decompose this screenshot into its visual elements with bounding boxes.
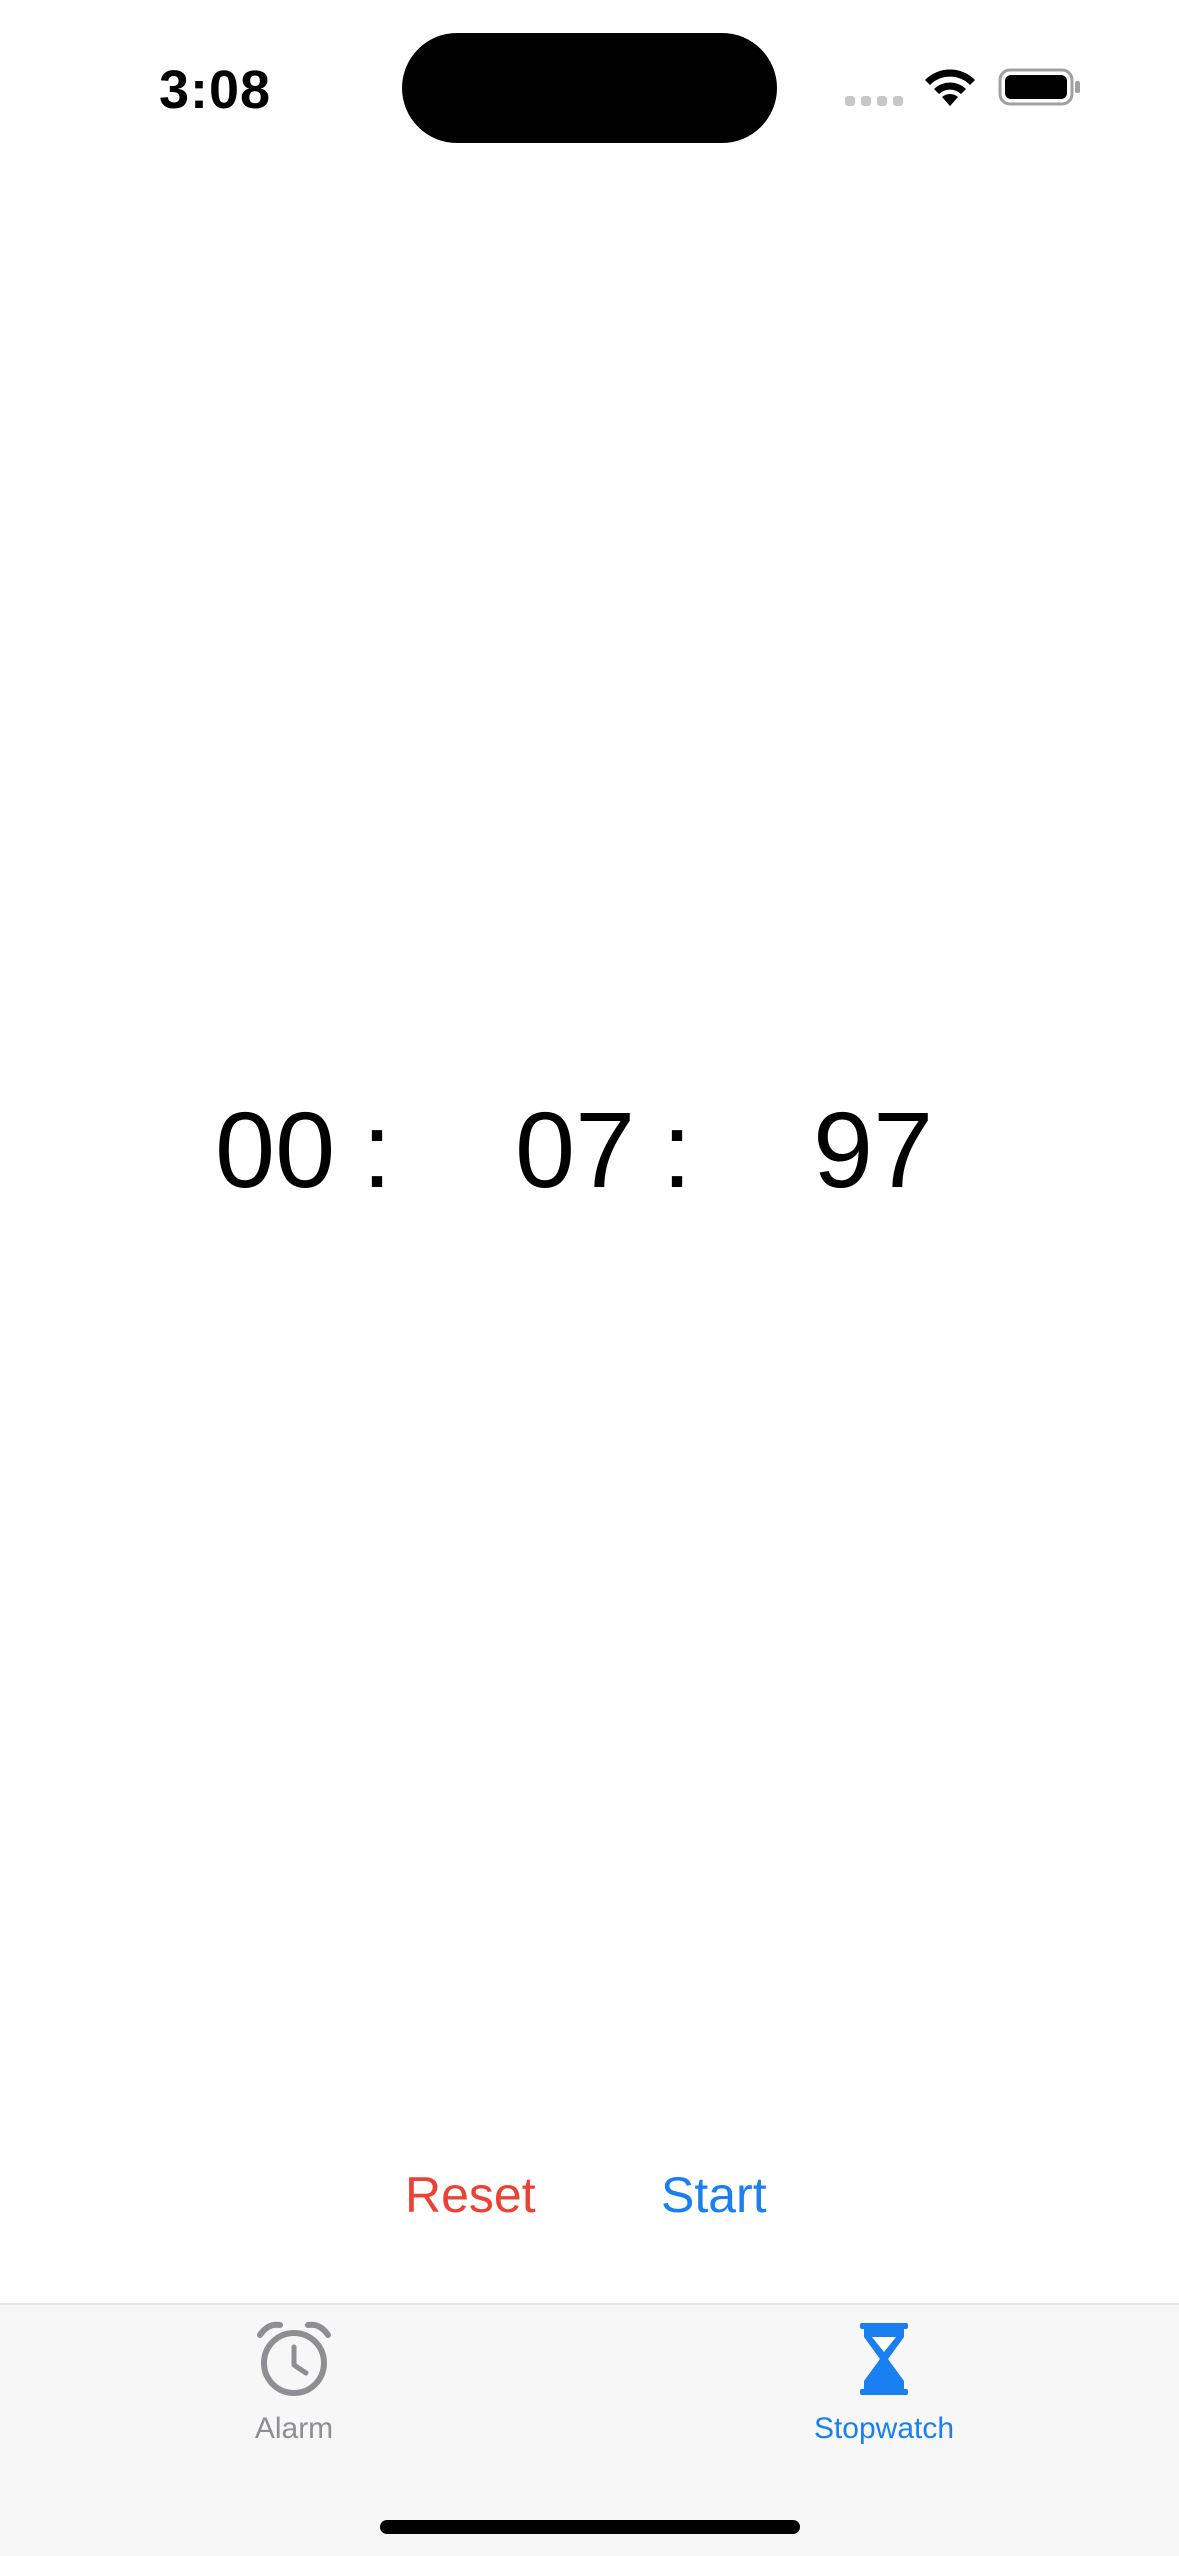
timer-separator: :: [662, 1089, 693, 1210]
dynamic-island: [402, 33, 777, 143]
battery-icon: [998, 68, 1080, 106]
cellular-signal-icon: [845, 95, 905, 107]
reset-button[interactable]: Reset: [405, 2160, 545, 2230]
start-button[interactable]: Start: [661, 2160, 781, 2230]
alarm-clock-icon: [257, 2321, 331, 2396]
status-bar-time: 3:08: [158, 60, 272, 120]
stopwatch-display: 00 : 07 : 97: [0, 1080, 1179, 1220]
timer-minutes: 00: [215, 1089, 336, 1210]
tab-alarm-label: Alarm: [254, 2412, 334, 2445]
timer-separator: :: [362, 1089, 393, 1210]
wifi-icon: [925, 69, 975, 106]
tab-alarm[interactable]: Alarm: [144, 2319, 444, 2459]
tab-stopwatch[interactable]: Stopwatch: [734, 2319, 1034, 2459]
home-indicator[interactable]: [380, 2520, 800, 2534]
tab-stopwatch-label: Stopwatch: [813, 2412, 955, 2445]
timer-centiseconds: 97: [813, 1089, 934, 1210]
timer-seconds: 07: [515, 1089, 636, 1210]
tab-bar: Alarm Stopwatch: [0, 2303, 1179, 2556]
hourglass-icon: [860, 2323, 908, 2395]
stopwatch-screen: 3:08 00 : 07 : 97 Reset Start Alarm Stop…: [0, 0, 1179, 2556]
